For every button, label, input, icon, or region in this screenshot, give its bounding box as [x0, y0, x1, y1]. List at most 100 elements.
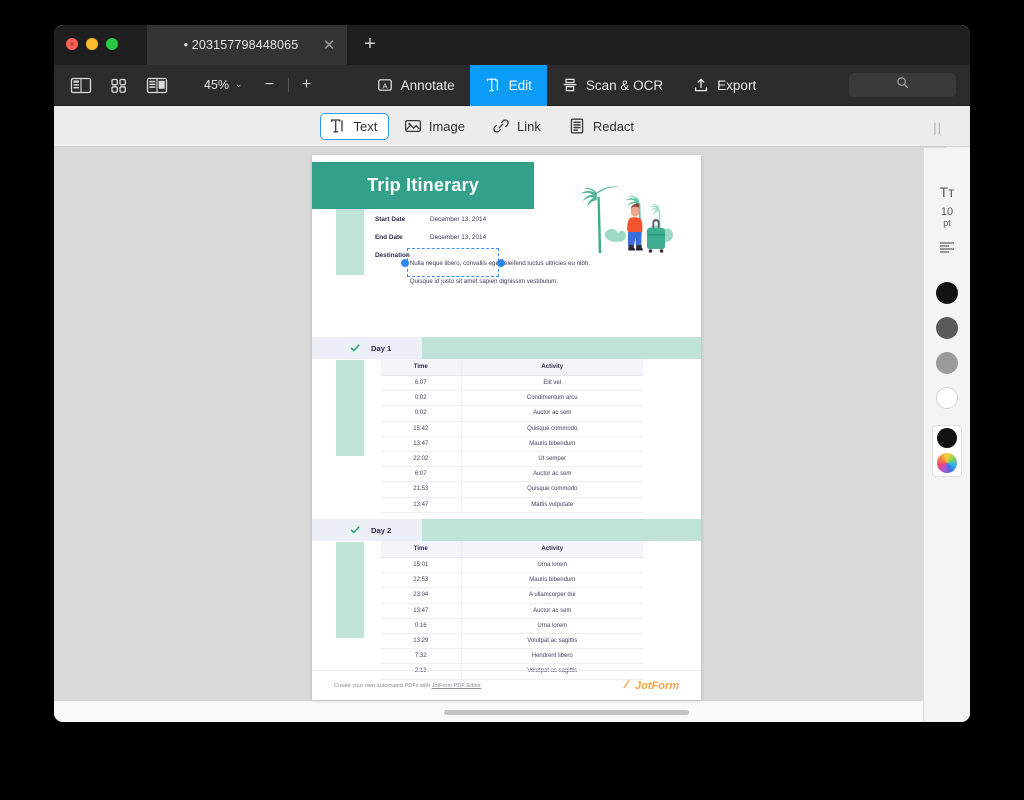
close-icon[interactable]: ✕: [321, 38, 337, 53]
table-row[interactable]: 6:07 Auctor ac sem: [381, 466, 643, 483]
cell-time: 6:07: [381, 375, 462, 392]
tab-export[interactable]: Export: [678, 65, 771, 106]
swatch-dark-gray[interactable]: [936, 316, 958, 339]
document-footer: Create your own automated PDFs with JotF…: [312, 670, 701, 700]
meta-value[interactable]: December 13, 2014: [430, 234, 486, 241]
selection-handle-left[interactable]: [400, 259, 409, 267]
sidebar-icon[interactable]: [70, 77, 92, 94]
table-row[interactable]: 13:47 Mauris bibendum: [381, 436, 643, 452]
day-header-fill: [422, 519, 701, 541]
table-row[interactable]: 22:53 Mauris bibendum: [381, 572, 643, 589]
table-row[interactable]: 13:47 Mattis vulputate: [381, 497, 643, 513]
edit-sub-toolbar: Text Image Link Redact ||: [54, 106, 970, 147]
panel-resize-handle[interactable]: ||: [933, 120, 942, 135]
minimize-window-button[interactable]: [86, 38, 98, 50]
tab-edit[interactable]: Edit: [469, 64, 547, 106]
table-row[interactable]: 21:53 Quisque commodo: [381, 481, 643, 498]
tab-annotate[interactable]: A Annotate: [362, 65, 470, 106]
app-window: • 203157798448065 ✕ + 45% ⌄ − + A Annota…: [54, 25, 970, 722]
zoom-in-button[interactable]: +: [296, 77, 318, 93]
tab-scan-ocr[interactable]: Scan & OCR: [547, 65, 678, 106]
cell-activity: Auctor ac sem: [461, 405, 643, 422]
swatch-gray[interactable]: [936, 351, 958, 374]
current-color-control[interactable]: [932, 424, 962, 477]
current-color-swatch[interactable]: [937, 428, 957, 449]
cell-activity: Mauris bibendum: [461, 436, 643, 452]
tab-title: • 203157798448065: [183, 38, 299, 52]
day-label: Day 2: [371, 525, 392, 535]
pdf-page[interactable]: Trip Itinerary Start Date December 13, 2…: [312, 155, 701, 700]
footer-link[interactable]: JotForm PDF Editor: [432, 683, 481, 689]
footer-text-prefix: Create your own automated PDFs with: [334, 682, 432, 689]
page-layout-icon[interactable]: [146, 77, 168, 94]
jotform-brand: JotForm: [623, 679, 679, 692]
cell-activity: Quisque commodo: [461, 481, 643, 498]
table-row[interactable]: 6:07 Elit vel: [381, 375, 643, 392]
checkmark-icon[interactable]: [348, 341, 361, 355]
cell-time: 13:29: [381, 633, 462, 650]
mode-tabs: A Annotate Edit Scan & OCR Export: [362, 64, 772, 106]
font-family-icon[interactable]: Tт: [940, 184, 955, 200]
document-tab[interactable]: • 203157798448065 ✕: [147, 25, 347, 65]
image-tool-icon: [404, 117, 422, 135]
table-row[interactable]: 15:01 Urna lorem: [381, 557, 643, 574]
tab-scan-ocr-label: Scan & OCR: [585, 77, 664, 93]
align-left-icon[interactable]: [938, 240, 956, 258]
cell-activity: Ut semper: [461, 451, 643, 468]
table-row[interactable]: 0:02 Auctor ac sem: [381, 405, 643, 422]
meta-value[interactable]: December 13, 2014: [430, 216, 486, 223]
table-body-1: 6:07 Elit vel 0:02 Condimentum arcu 0:02 Au…: [381, 375, 643, 513]
itinerary-table-2: Time Activity 15:01 Urna lorem 22:53 Mauri…: [381, 541, 643, 680]
tool-redact[interactable]: Redact: [559, 112, 646, 140]
table-row[interactable]: 23:04 A ullamcorper dui: [381, 587, 643, 604]
tool-image[interactable]: Image: [395, 112, 477, 140]
maximize-window-button[interactable]: [106, 38, 118, 50]
meta-row-start-date: Start Date December 13, 2014: [375, 216, 595, 223]
tool-text[interactable]: Text: [320, 112, 389, 140]
cell-time: 15:42: [381, 421, 462, 437]
table-row[interactable]: 13:29 Volutpat ac sagittis: [381, 633, 643, 650]
footer-text: Create your own automated PDFs with JotF…: [334, 683, 481, 689]
table-header-row: Time Activity: [381, 359, 643, 376]
zoom-controls: 45% ⌄ − +: [204, 77, 318, 93]
horizontal-scrollbar-thumb[interactable]: [444, 710, 689, 715]
link-tool-icon: [492, 117, 510, 135]
table-row[interactable]: 0:02 Condimentum arcu: [381, 390, 643, 407]
table-row[interactable]: 15:42 Quisque commodo: [381, 421, 643, 437]
selected-text-block[interactable]: Nulla neque libero, convallis eget, elei…: [400, 248, 595, 288]
table-header-row: Time Activity: [381, 541, 643, 558]
main-toolbar: 45% ⌄ − + A Annotate Edit Scan & OCR Exp…: [54, 64, 970, 106]
edit-tool-group: Text Image Link Redact: [320, 112, 646, 140]
table-row[interactable]: 0:16 Urna lorem: [381, 618, 643, 634]
table-row[interactable]: 7:32 Hendrerit libero: [381, 648, 643, 665]
zoom-level-value[interactable]: 45%: [204, 78, 229, 92]
meta-label: Destination: [375, 252, 410, 259]
divider: [287, 78, 289, 92]
day-label: Day 1: [371, 343, 392, 353]
selection-handle-right[interactable]: [496, 259, 505, 267]
cell-time: 7:32: [381, 648, 462, 665]
new-tab-button[interactable]: +: [359, 34, 381, 56]
tool-link[interactable]: Link: [483, 112, 553, 140]
cell-time: 0:16: [381, 618, 462, 634]
tool-link-label: Link: [516, 118, 541, 134]
chevron-down-icon[interactable]: ⌄: [235, 79, 243, 90]
table-row[interactable]: 13:47 Auctor ac sem: [381, 603, 643, 619]
meta-label: Start Date: [375, 216, 406, 223]
close-window-button[interactable]: [66, 38, 78, 50]
document-canvas[interactable]: Trip Itinerary Start Date December 13, 2…: [54, 147, 970, 721]
zoom-out-button[interactable]: −: [259, 77, 281, 93]
table-row[interactable]: 22:02 Ut semper: [381, 451, 643, 468]
search-input[interactable]: [849, 73, 956, 97]
view-controls: [54, 77, 168, 94]
color-wheel-icon[interactable]: [937, 453, 957, 474]
day-accent-strip-1: [336, 360, 364, 456]
tab-edit-label: Edit: [508, 77, 532, 93]
swatch-white[interactable]: [936, 386, 958, 409]
font-size-control[interactable]: 10 pt: [941, 206, 953, 228]
text-tool-icon: [329, 117, 347, 135]
thumbnail-grid-icon[interactable]: [108, 77, 130, 94]
swatch-black[interactable]: [936, 281, 958, 304]
checkmark-icon[interactable]: [348, 523, 361, 537]
cell-time: 0:02: [381, 390, 462, 407]
